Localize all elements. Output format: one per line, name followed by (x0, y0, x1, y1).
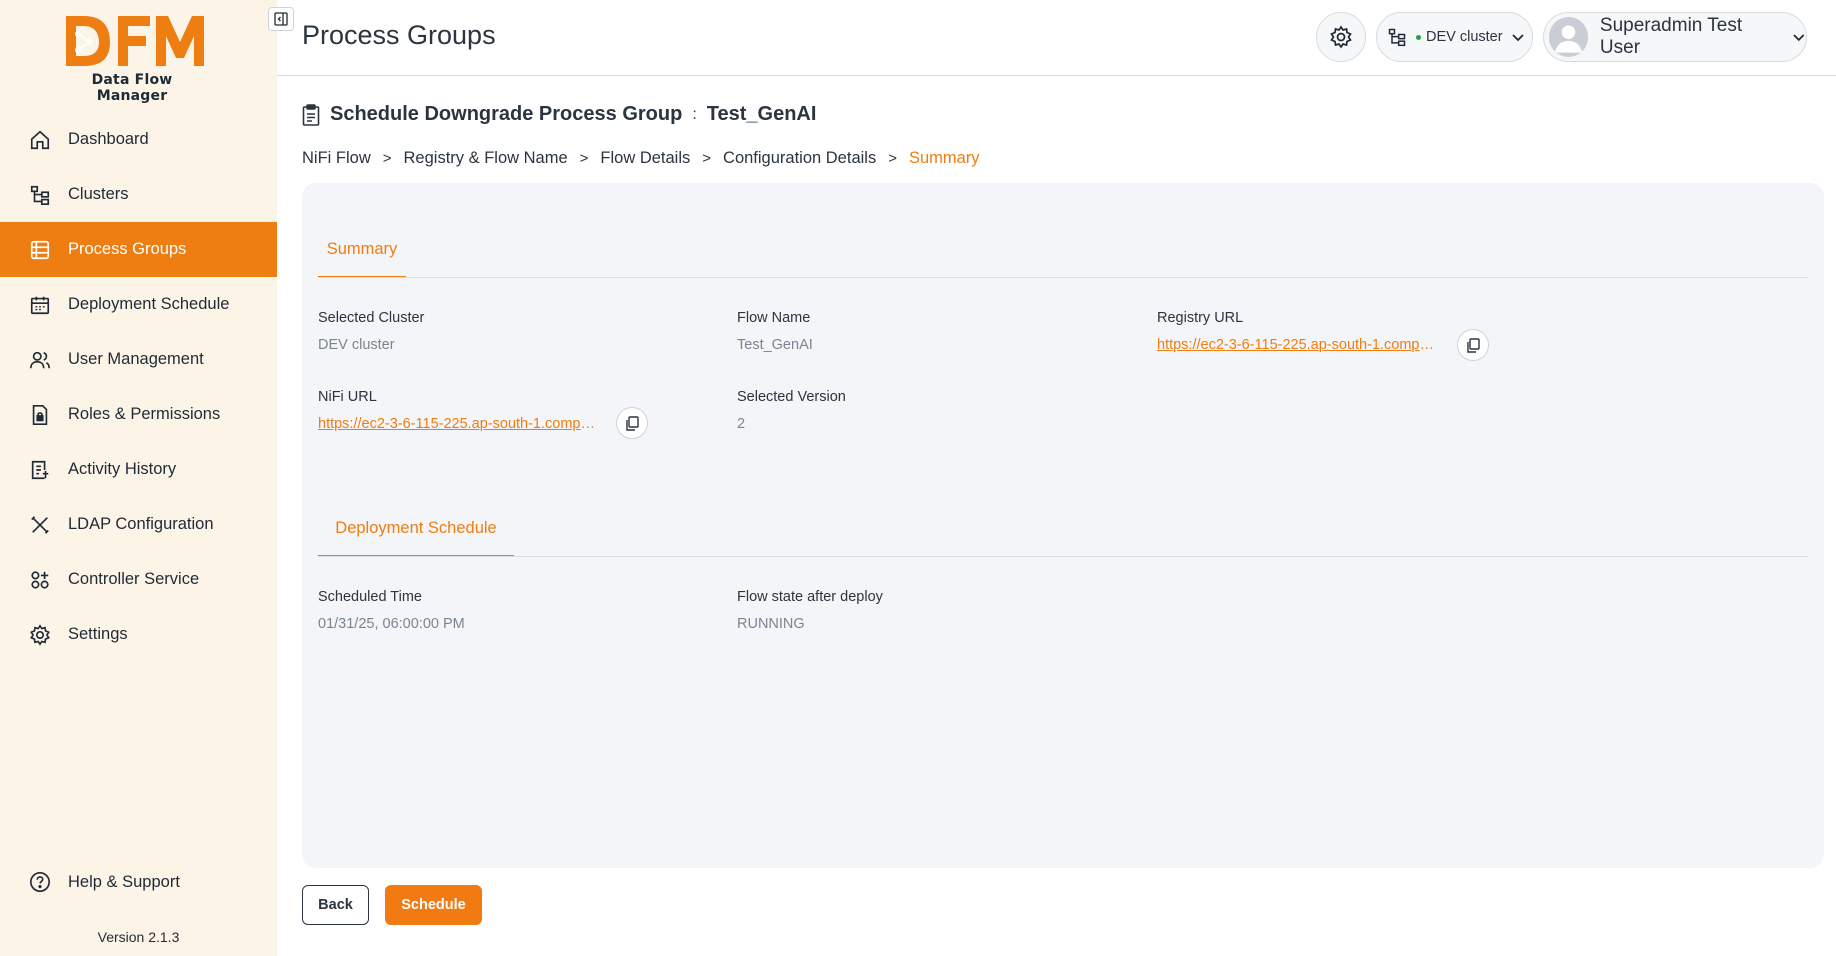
help-circle-icon (28, 870, 52, 894)
sidebar-item-label: Activity History (68, 460, 177, 478)
sidebar-item-activity-history[interactable]: Activity History (0, 442, 277, 497)
sidebar-item-process-groups[interactable]: Process Groups (0, 222, 277, 277)
nifi-url-label: NiFi URL (318, 389, 377, 405)
users-icon (28, 348, 52, 372)
sidebar-item-deployment-schedule[interactable]: Deployment Schedule (0, 277, 277, 332)
sidebar-item-dashboard[interactable]: Dashboard (0, 112, 277, 167)
clipboard-icon (302, 103, 320, 126)
sidebar-item-label: User Management (68, 350, 204, 368)
registry-url-link[interactable]: https://ec2-3-6-115-225.ap-south-1.compu… (1157, 337, 1442, 353)
sidebar-item-controller-service[interactable]: Controller Service (0, 552, 277, 607)
breadcrumb-configuration-details[interactable]: Configuration Details (723, 149, 876, 168)
sidebar-item-label: LDAP Configuration (68, 515, 214, 533)
sidebar-item-label: Settings (68, 625, 128, 643)
help-support-link[interactable]: Help & Support (28, 870, 180, 894)
copy-icon (625, 415, 639, 431)
gear-icon (1330, 25, 1352, 49)
selected-cluster-value: DEV cluster (318, 337, 395, 353)
breadcrumb-separator-icon: > (888, 150, 897, 167)
sidebar-item-label: Deployment Schedule (68, 295, 230, 313)
chevron-down-icon (1793, 34, 1805, 42)
selected-cluster-label: Selected Cluster (318, 310, 425, 326)
breadcrumb-registry-flow-name[interactable]: Registry & Flow Name (404, 149, 568, 168)
breadcrumb-separator-icon: > (382, 150, 392, 167)
section-divider (318, 277, 1808, 278)
logo-mark-icon (66, 16, 204, 66)
calendar-icon (28, 293, 52, 317)
tab-deployment-schedule[interactable]: Deployment Schedule (318, 519, 514, 538)
breadcrumb-flow-details[interactable]: Flow Details (600, 149, 690, 168)
content-heading: Schedule Downgrade Process Group : Test_… (302, 103, 816, 126)
breadcrumb-separator-icon: > (579, 150, 589, 167)
user-menu[interactable]: Superadmin Test User (1543, 12, 1807, 62)
title-separator: : (692, 105, 697, 123)
cluster-status-dot (1416, 34, 1421, 40)
sidebar-nav: Dashboard Clusters Process Groups Deploy… (0, 112, 277, 662)
cluster-tree-icon (28, 183, 52, 207)
user-avatar-icon (1554, 25, 1583, 53)
sidebar-item-label: Process Groups (68, 240, 187, 258)
cluster-label: DEV cluster (1426, 29, 1503, 45)
sidebar: Data Flow Manager Dashboard Clusters Pro… (0, 0, 277, 956)
selected-version-value: 2 (737, 416, 746, 432)
dfm-logo[interactable]: Data Flow Manager (62, 12, 214, 104)
breadcrumb-nifi-flow[interactable]: NiFi Flow (302, 149, 371, 168)
tools-icon (28, 513, 52, 537)
flow-name-value: Test_GenAI (737, 337, 813, 353)
logo-subtitle: Data Flow Manager (91, 72, 173, 104)
controller-service-icon (28, 568, 52, 592)
flow-state-value: RUNNING (737, 616, 805, 632)
tab-summary[interactable]: Summary (318, 240, 406, 259)
nifi-url-link[interactable]: https://ec2-3-6-115-225.ap-south-1.compu… (318, 416, 603, 432)
avatar (1549, 17, 1588, 57)
selected-version-label: Selected Version (737, 389, 846, 405)
sidebar-item-user-management[interactable]: User Management (0, 332, 277, 387)
content-title: Schedule Downgrade Process Group (330, 103, 683, 125)
process-groups-icon (28, 238, 52, 262)
sidebar-item-label: Dashboard (68, 130, 149, 148)
copy-registry-url-button[interactable] (1457, 329, 1489, 361)
copy-nifi-url-button[interactable] (616, 407, 648, 439)
sidebar-item-label: Clusters (68, 185, 129, 203)
copy-icon (1466, 337, 1480, 353)
section-divider (318, 556, 1808, 557)
lock-document-icon (28, 403, 52, 427)
home-icon (28, 128, 52, 152)
sidebar-item-roles-permissions[interactable]: Roles & Permissions (0, 387, 277, 442)
breadcrumb: NiFi Flow > Registry & Flow Name > Flow … (302, 149, 980, 168)
schedule-button[interactable]: Schedule (385, 885, 482, 925)
top-header: Process Groups DEV cluster Superadmin Te… (277, 0, 1836, 76)
collapse-panel-icon (274, 12, 288, 26)
sidebar-item-label: Controller Service (68, 570, 200, 588)
flow-state-label: Flow state after deploy (737, 589, 883, 605)
breadcrumb-summary: Summary (908, 149, 980, 167)
back-button[interactable]: Back (302, 885, 369, 925)
settings-button[interactable] (1316, 12, 1366, 62)
page-title: Process Groups (302, 20, 496, 50)
help-support-label: Help & Support (68, 872, 180, 891)
gear-icon (28, 623, 52, 647)
sidebar-item-settings[interactable]: Settings (0, 607, 277, 662)
breadcrumb-separator-icon: > (702, 150, 712, 167)
scheduled-time-label: Scheduled Time (318, 589, 422, 605)
scheduled-time-value: 01/31/25, 06:00:00 PM (318, 616, 465, 632)
sidebar-item-clusters[interactable]: Clusters (0, 167, 277, 222)
sidebar-item-ldap-configuration[interactable]: LDAP Configuration (0, 497, 277, 552)
user-name: Superadmin Test User (1599, 15, 1743, 58)
activity-list-icon (28, 458, 52, 482)
cluster-tree-icon (1388, 28, 1406, 47)
process-group-name: Test_GenAI (706, 103, 817, 125)
sidebar-item-label: Roles & Permissions (68, 405, 221, 423)
registry-url-label: Registry URL (1157, 310, 1244, 326)
app-version: Version 2.1.3 (97, 929, 180, 945)
sidebar-collapse-button[interactable] (268, 7, 294, 31)
summary-panel: Summary Selected Cluster DEV cluster Flo… (302, 183, 1824, 868)
chevron-down-icon (1511, 34, 1524, 42)
flow-name-label: Flow Name (737, 310, 811, 326)
cluster-selector[interactable]: DEV cluster (1376, 12, 1533, 62)
